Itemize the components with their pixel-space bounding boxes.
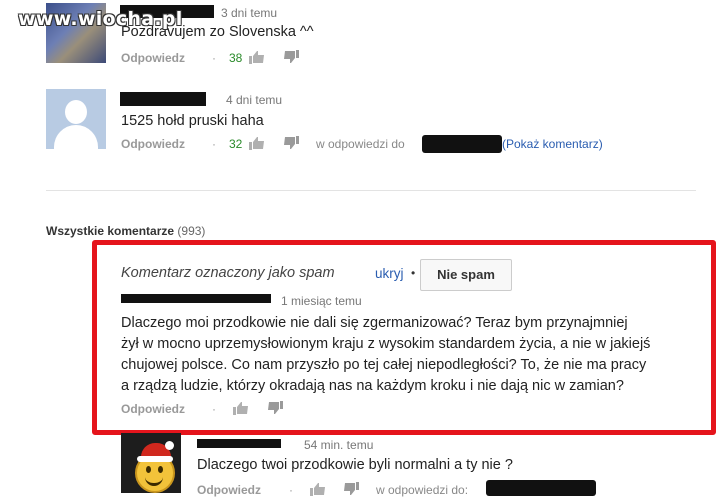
show-comment-link[interactable]: (Pokaż komentarz): [502, 137, 603, 151]
separator: ·: [212, 137, 216, 151]
comment-text-line: żył w mocno uprzemysłowionym kraju z wys…: [121, 336, 651, 352]
thumbs-up-icon[interactable]: [310, 482, 326, 496]
thumbs-down-icon[interactable]: [283, 136, 299, 150]
spam-flag-label: Komentarz oznaczony jako spam: [121, 265, 335, 281]
reply-button[interactable]: Odpowiedz: [121, 402, 185, 416]
reply-button[interactable]: Odpowiedz: [197, 483, 261, 497]
like-count: 32: [229, 137, 243, 151]
redacted-username: [120, 92, 206, 106]
user-avatar[interactable]: [121, 433, 181, 493]
user-avatar[interactable]: [46, 89, 106, 149]
thumbs-down-icon[interactable]: [267, 401, 283, 415]
separator: ·: [289, 483, 293, 497]
like-count: 38: [229, 51, 243, 65]
divider: [46, 190, 696, 191]
thumbs-down-icon[interactable]: [283, 50, 299, 64]
redacted-username: [422, 135, 502, 153]
in-reply-to-label: w odpowiedzi do: [316, 137, 405, 151]
comment-text: Dlaczego twoi przodkowie byli normalni a…: [197, 457, 513, 473]
hide-link[interactable]: ukryj: [375, 266, 404, 281]
redacted-username: [197, 439, 281, 448]
reply-button[interactable]: Odpowiedz: [121, 51, 185, 65]
thumbs-up-icon[interactable]: [233, 401, 249, 415]
redacted-username: [486, 480, 596, 496]
comment-text-line: chujowej polsce. Co nam przyszło po tej …: [121, 357, 647, 373]
watermark: www.wiocha.pl: [18, 8, 183, 30]
all-comments-heading: Wszystkie komentarze (993): [46, 224, 205, 238]
comment-text-line: Dlaczego moi przodkowie nie dali się zge…: [121, 315, 628, 331]
comment-text: 1525 hołd pruski haha: [121, 113, 264, 129]
not-spam-button[interactable]: Nie spam: [420, 259, 512, 291]
comment-time: 4 dni temu: [226, 93, 283, 107]
all-comments-label: Wszystkie komentarze: [46, 224, 175, 238]
separator: ·: [212, 402, 216, 416]
separator: ·: [212, 51, 216, 65]
comment-time: 1 miesiąc temu: [281, 294, 362, 308]
in-reply-to-label: w odpowiedzi do:: [376, 483, 469, 497]
thumbs-down-icon[interactable]: [343, 482, 359, 496]
reply-button[interactable]: Odpowiedz: [121, 137, 185, 151]
comment-text-line: a rządzą ludzie, którzy okradają nas na …: [121, 378, 624, 394]
redacted-username: [121, 294, 271, 303]
thumbs-up-icon[interactable]: [249, 136, 265, 150]
thumbs-up-icon[interactable]: [249, 50, 265, 64]
separator: •: [411, 266, 416, 280]
comment-time: 3 dni temu: [221, 6, 278, 20]
comment-time: 54 min. temu: [304, 438, 374, 452]
all-comments-count: (993): [177, 224, 206, 238]
